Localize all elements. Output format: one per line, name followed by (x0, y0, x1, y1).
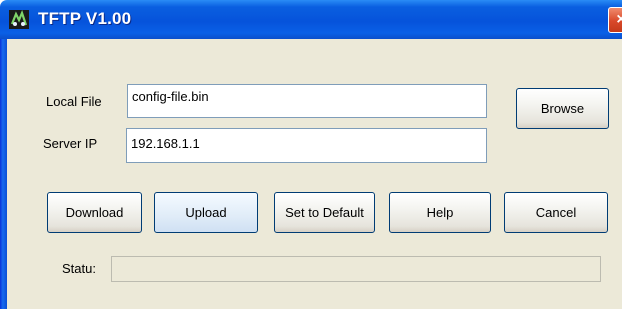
close-icon: × (616, 11, 622, 28)
server-ip-label: Server IP (43, 136, 98, 151)
server-ip-input[interactable]: 192.168.1.1 (126, 128, 487, 163)
help-button[interactable]: Help (389, 192, 491, 233)
close-button[interactable]: × (608, 7, 622, 33)
browse-button[interactable]: Browse (516, 88, 609, 129)
cancel-button[interactable]: Cancel (504, 192, 608, 233)
tftp-window: TFTP V1.00 × Local File config-file.bin … (0, 0, 622, 309)
upload-button[interactable]: Upload (154, 192, 258, 233)
local-file-label: Local File (46, 94, 102, 109)
local-file-input[interactable]: config-file.bin (127, 84, 487, 118)
status-label: Statu: (62, 261, 96, 276)
tftp-app-icon (9, 10, 29, 29)
window-title: TFTP V1.00 (38, 9, 132, 28)
download-button[interactable]: Download (47, 192, 142, 233)
status-field (111, 256, 601, 282)
window-frame-left (0, 39, 7, 309)
title-bar[interactable]: TFTP V1.00 × (0, 0, 622, 39)
set-to-default-button[interactable]: Set to Default (274, 192, 375, 233)
